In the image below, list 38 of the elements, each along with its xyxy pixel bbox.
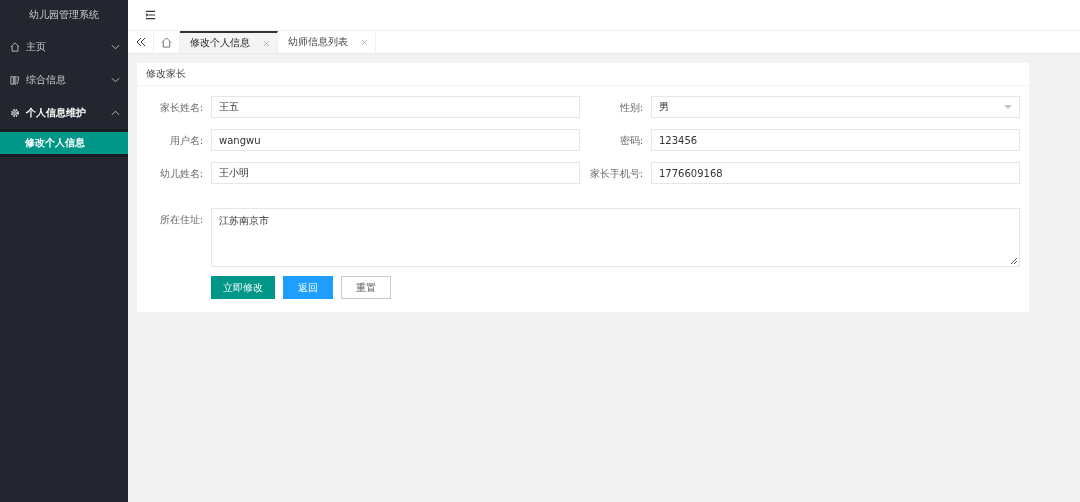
menu-label: 个人信息维护: [26, 105, 87, 120]
field-label: 用户名:: [168, 134, 204, 148]
input-field[interactable]: 王五: [211, 96, 580, 118]
field-label: 幼儿姓名:: [158, 167, 204, 181]
menu-item[interactable]: 主页: [0, 30, 128, 63]
resize-handle-icon[interactable]: [1011, 258, 1017, 264]
field-label: 性别:: [618, 101, 644, 115]
input-field[interactable]: 123456: [651, 129, 1020, 151]
double-chevron-left-icon: [135, 37, 146, 47]
input-field[interactable]: 王小明: [211, 162, 580, 184]
home-icon: [161, 36, 172, 48]
form-button[interactable]: 立即修改: [211, 276, 275, 299]
field-label: 密码:: [618, 134, 644, 148]
gear-icon: [10, 107, 20, 118]
tab[interactable]: 修改个人信息: [180, 31, 278, 53]
home-icon: [10, 41, 20, 52]
chevron-down-icon: [111, 76, 120, 83]
menu-label: 主页: [26, 39, 47, 54]
menu-label: 综合信息: [26, 72, 67, 87]
field-label: 所在住址:: [158, 213, 204, 227]
chevron-up-icon: [111, 109, 120, 116]
dropdown-arrow-icon: [1004, 105, 1012, 109]
input-field[interactable]: wangwu: [211, 129, 580, 151]
tab[interactable]: 幼师信息列表: [278, 31, 376, 53]
form-button[interactable]: 重置: [341, 276, 391, 299]
chevron-down-icon: [111, 43, 120, 50]
field-label: 家长手机号:: [588, 167, 644, 181]
card-title: 修改家长: [137, 63, 1029, 86]
menu-item[interactable]: 个人信息维护: [0, 96, 128, 129]
book-icon: [10, 74, 20, 85]
select-field[interactable]: 男: [651, 96, 1020, 118]
menu-icon[interactable]: [145, 10, 156, 20]
menu-item[interactable]: 综合信息: [0, 63, 128, 96]
input-field[interactable]: 1776609168: [651, 162, 1020, 184]
field-label: 家长姓名:: [158, 101, 204, 115]
app-title: 幼儿园管理系统: [28, 8, 100, 22]
submenu-item[interactable]: 修改个人信息: [0, 132, 128, 154]
textarea-field[interactable]: 江苏南京市: [211, 208, 1020, 267]
